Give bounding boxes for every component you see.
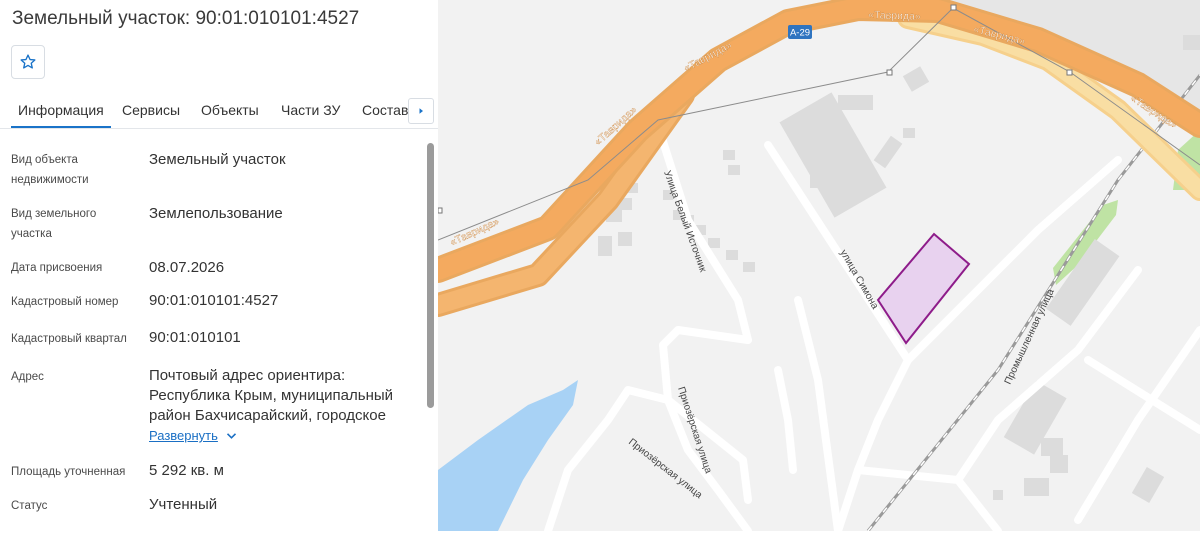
label-area: Площадь уточненная [11, 466, 126, 478]
label-assigned-date: Дата присвоения [11, 262, 103, 274]
tab-bar: Информация Сервисы Объекты Части ЗУ Сост… [0, 92, 438, 129]
value-land-type: Землепользование [149, 205, 283, 222]
expand-label: Развернуть [149, 428, 218, 443]
tab-information[interactable]: Информация [11, 92, 111, 128]
tab-services[interactable]: Сервисы [122, 92, 180, 128]
star-outline-icon [20, 54, 36, 69]
route-badge-label: А-29 [790, 28, 810, 39]
label-land-type: Вид земельного участка [11, 208, 97, 240]
value-assigned-date: 08.07.2026 [149, 259, 225, 276]
chevron-down-icon [226, 432, 236, 439]
value-cadastral-quarter: 90:01:010101 [149, 329, 241, 346]
label-object-type: Вид объекта недвижимости [11, 154, 89, 186]
label-cadastral-number: Кадастровый номер [11, 296, 119, 308]
tabs-next-button[interactable] [408, 98, 434, 124]
label-cadastral-quarter: Кадастровый квартал [11, 333, 127, 345]
chevron-right-icon [419, 108, 423, 114]
highway-label: «Таврида» [868, 9, 921, 23]
favorite-button[interactable] [11, 45, 45, 79]
label-status: Статус [11, 500, 48, 512]
panel-scrollbar[interactable] [427, 143, 434, 408]
page-title: Земельный участок: 90:01:010101:4527 [12, 8, 360, 29]
value-object-type: Земельный участок [149, 151, 286, 168]
info-panel: Земельный участок: 90:01:010101:4527 Инф… [0, 0, 438, 531]
label-address: Адрес [11, 371, 44, 383]
value-status: Учтенный [149, 496, 218, 513]
value-area: 5 292 кв. м [149, 462, 224, 479]
map-view[interactable]: А-29 «Таврида» «Таврида» «Таврида» «Тавр… [425, 0, 1200, 535]
tab-objects[interactable]: Объекты [201, 92, 259, 128]
value-address: Почтовый адрес ориентира: Республика Кры… [149, 367, 394, 424]
route-badge: А-29 [788, 25, 812, 39]
tab-land-parts[interactable]: Части ЗУ [281, 92, 340, 128]
tab-composition[interactable]: Состав [362, 92, 408, 128]
expand-link[interactable]: Развернуть [149, 428, 237, 443]
value-cadastral-number: 90:01:010101:4527 [149, 292, 279, 309]
